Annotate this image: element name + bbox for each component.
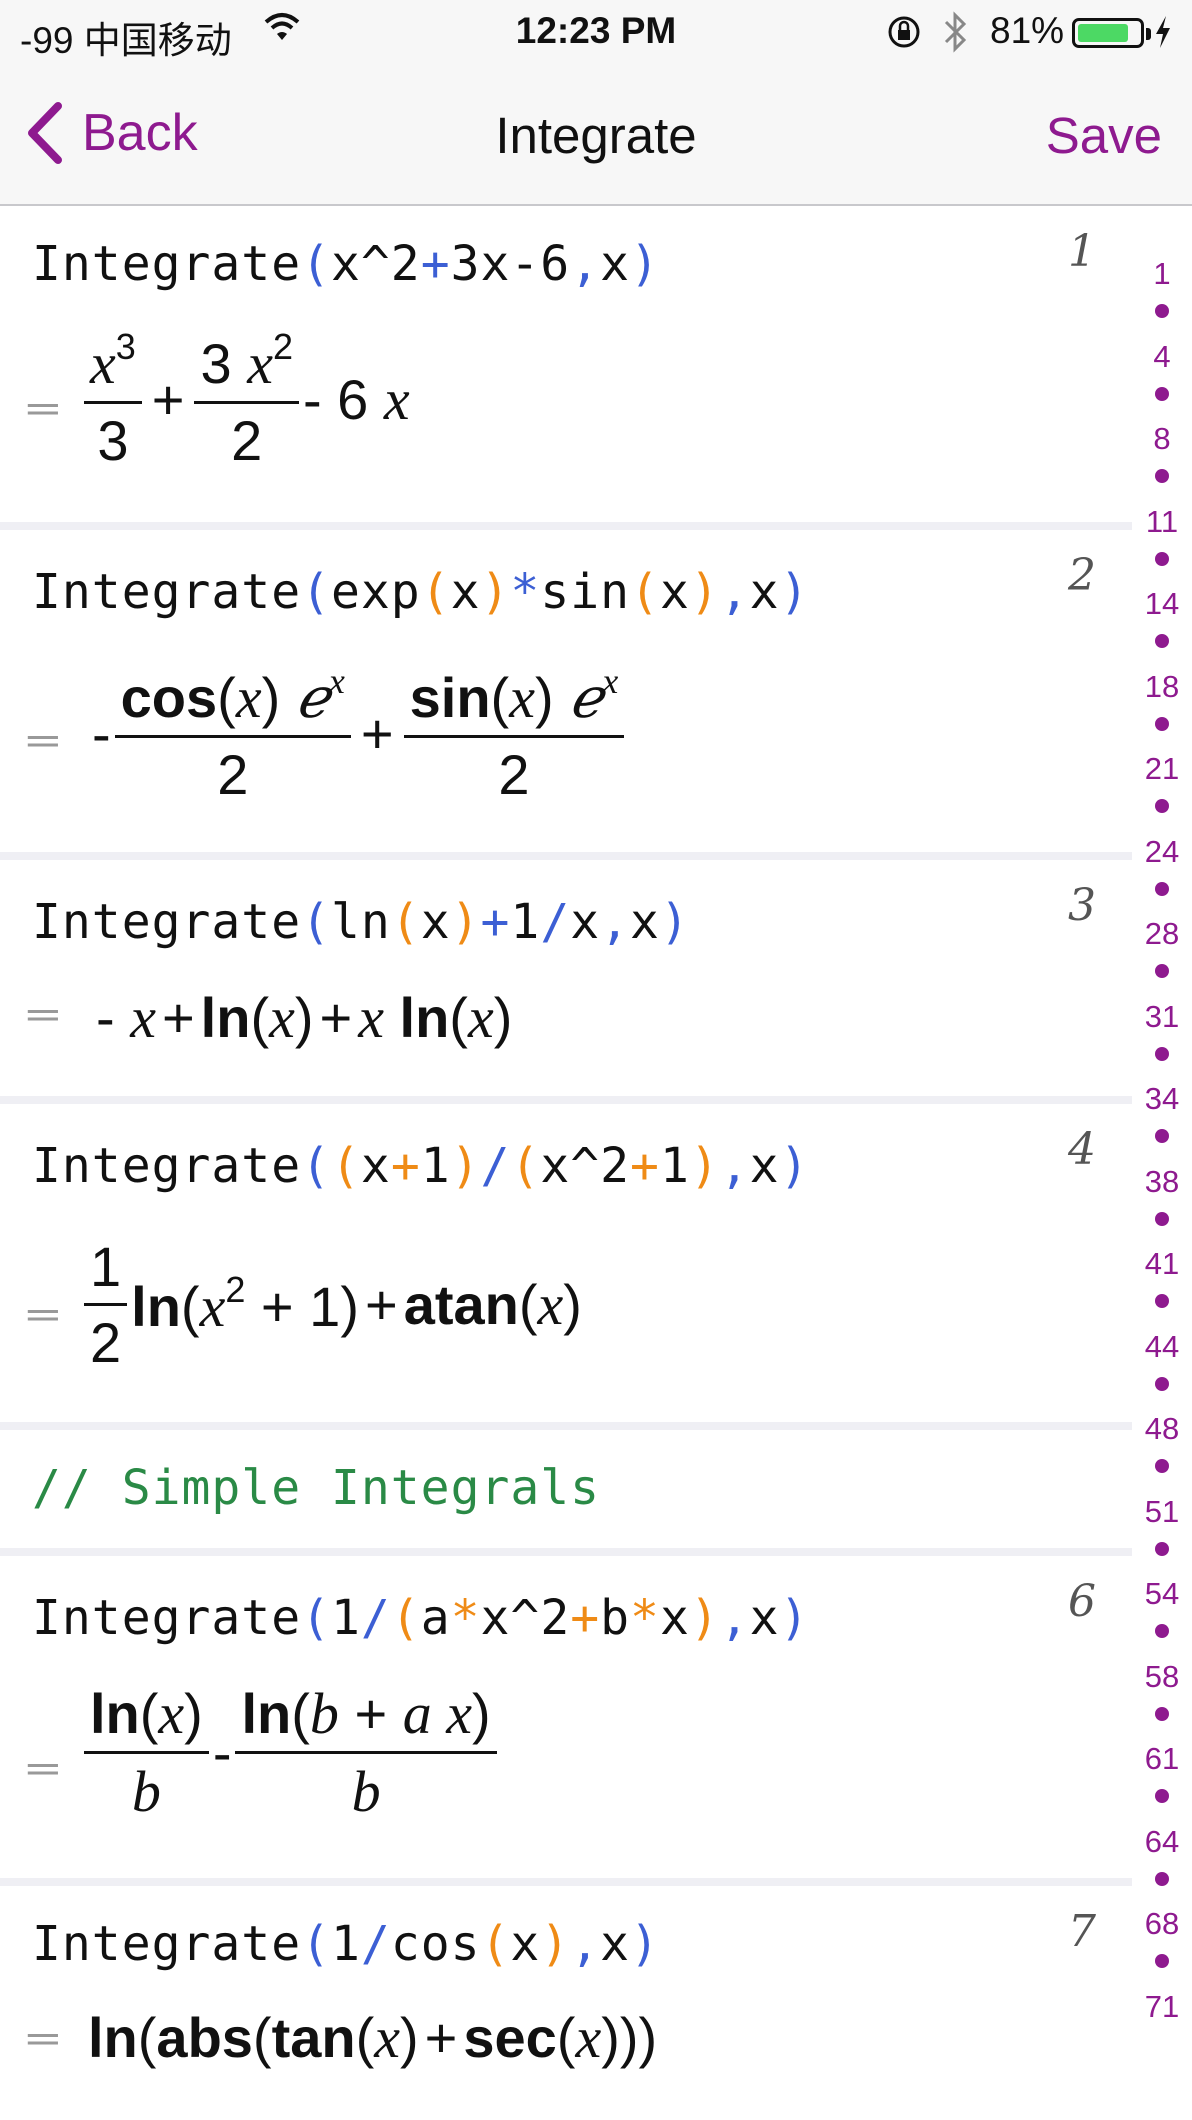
index-item[interactable]: 21 (1132, 751, 1192, 787)
index-item[interactable]: 31 (1132, 999, 1192, 1035)
index-item[interactable]: 54 (1132, 1576, 1192, 1612)
index-dot (1155, 1624, 1169, 1638)
cell-result: 12 ln(x2 + 1) + atan(x) (80, 1234, 582, 1375)
index-dot (1155, 304, 1169, 318)
cell-input[interactable]: Integrate(exp(x)*sin(x),x) (32, 564, 809, 620)
index-dot (1155, 1871, 1169, 1886)
index-dot (1155, 1954, 1169, 1968)
equals-icon: ═ (28, 990, 58, 1037)
index-item[interactable]: 61 (1132, 1741, 1192, 1777)
equals-icon: ═ (28, 384, 58, 431)
index-item[interactable]: 51 (1132, 1494, 1192, 1530)
index-item[interactable]: 8 (1132, 421, 1192, 457)
index-dot (1155, 1706, 1169, 1721)
index-dot (1155, 716, 1169, 731)
cell-result: ln(x) b - ln(b + a x) b (80, 1680, 501, 1825)
cell-result: - x + ln(x) + x ln(x) (96, 985, 513, 1050)
cell-input[interactable]: Integrate(x^2+3x-6,x) (32, 236, 660, 292)
index-dot (1155, 1459, 1169, 1473)
cell-input[interactable]: Integrate(1/cos(x),x) (32, 1916, 660, 1972)
cell-number: 1 (1068, 226, 1096, 277)
index-item[interactable]: 58 (1132, 1659, 1192, 1695)
index-item[interactable]: 64 (1132, 1824, 1192, 1860)
equals-icon: ═ (28, 1744, 58, 1791)
index-dot (1155, 469, 1169, 483)
index-dot (1155, 551, 1169, 566)
equals-icon: ═ (28, 716, 58, 763)
battery-percent: 81% (990, 10, 1065, 51)
rotation-lock-icon (888, 16, 920, 48)
calc-cell-1[interactable]: Integrate(x^2+3x-6,x) 1 ═ x3 3 + 3 x2 2 - … (0, 206, 1132, 522)
index-dot (1155, 881, 1169, 896)
index-item[interactable]: 28 (1132, 916, 1192, 952)
index-item[interactable]: 68 (1132, 1906, 1192, 1942)
index-dot (1155, 964, 1169, 978)
index-item[interactable]: 14 (1132, 586, 1192, 622)
index-dot (1155, 1294, 1169, 1308)
calc-cell-6[interactable]: Integrate(1/(a*x^2+b*x),x) 6 ═ ln(x) b - … (0, 1556, 1132, 1878)
cell-input[interactable]: Integrate((x+1)/(x^2+1),x) (32, 1138, 809, 1194)
cell-number: 3 (1068, 880, 1096, 931)
save-button[interactable]: Save (1046, 106, 1162, 165)
equals-icon: ═ (28, 2014, 58, 2061)
index-item[interactable]: 24 (1132, 834, 1192, 870)
bluetooth-icon (944, 11, 967, 53)
index-dot (1155, 634, 1169, 648)
index-dot (1155, 1211, 1169, 1226)
calc-cell-7[interactable]: Integrate(1/cos(x),x) 7 ═ ln(abs(tan(x) +… (0, 1886, 1132, 2120)
cell-result: x3 3 + 3 x2 2 - 6 x (80, 326, 410, 473)
charging-bolt-icon (1156, 16, 1170, 48)
cell-number: 2 (1068, 550, 1096, 601)
index-dot (1155, 1541, 1169, 1556)
calc-cell-3[interactable]: Integrate(ln(x)+1/x,x) 3 ═ - x + ln(x) + x l… (0, 860, 1132, 1096)
index-dot (1155, 1789, 1169, 1803)
index-item[interactable]: 1 (1132, 256, 1192, 292)
index-item[interactable]: 44 (1132, 1329, 1192, 1365)
cell-number: 4 (1068, 1124, 1096, 1175)
cell-number: 6 (1068, 1576, 1096, 1627)
index-item[interactable]: 48 (1132, 1411, 1192, 1447)
index-dot (1155, 386, 1169, 401)
index-item[interactable]: 4 (1132, 339, 1192, 375)
comment-text[interactable]: // Simple Integrals (32, 1460, 600, 1516)
comment-cell[interactable]: // Simple Integrals (0, 1430, 1132, 1548)
calc-cell-2[interactable]: Integrate(exp(x)*sin(x),x) 2 ═ - cos(x) … (0, 530, 1132, 852)
cell-result: ln(abs(tan(x) + sec(x))) (88, 2005, 658, 2070)
index-item[interactable]: 18 (1132, 669, 1192, 705)
index-dot (1155, 1376, 1169, 1391)
equals-icon: ═ (28, 1290, 58, 1337)
navigation-bar: Back Integrate Save (0, 90, 1192, 180)
index-item[interactable]: 41 (1132, 1246, 1192, 1282)
index-item[interactable]: 11 (1132, 504, 1192, 540)
cell-result: - cos(x) ℯx 2 + sin(x) ℯx 2 (92, 660, 628, 807)
cell-input[interactable]: Integrate(ln(x)+1/x,x) (32, 894, 690, 950)
index-item[interactable]: 38 (1132, 1164, 1192, 1200)
index-item[interactable]: 34 (1132, 1081, 1192, 1117)
index-dot (1155, 1046, 1169, 1061)
cell-input[interactable]: Integrate(1/(a*x^2+b*x),x) (32, 1590, 809, 1646)
index-item[interactable]: 71 (1132, 1989, 1192, 2025)
index-dot (1155, 1129, 1169, 1143)
top-bar: -99 中国移动 12:23 PM 81% Back Integrate Sav… (0, 0, 1192, 206)
index-dot (1155, 799, 1169, 813)
status-bar: -99 中国移动 12:23 PM 81% (0, 0, 1192, 64)
battery-fill (1078, 24, 1129, 42)
page-title: Integrate (495, 107, 697, 164)
cell-number: 7 (1068, 1906, 1096, 1957)
calc-cell-4[interactable]: Integrate((x+1)/(x^2+1),x) 4 ═ 12 ln(x2 … (0, 1104, 1132, 1422)
battery-icon (1072, 18, 1151, 48)
side-index[interactable]: 1 4 8 11 14 18 21 24 28 31 34 38 41 44 48 51 54 58 61 64 68 7… (1132, 206, 1192, 2120)
